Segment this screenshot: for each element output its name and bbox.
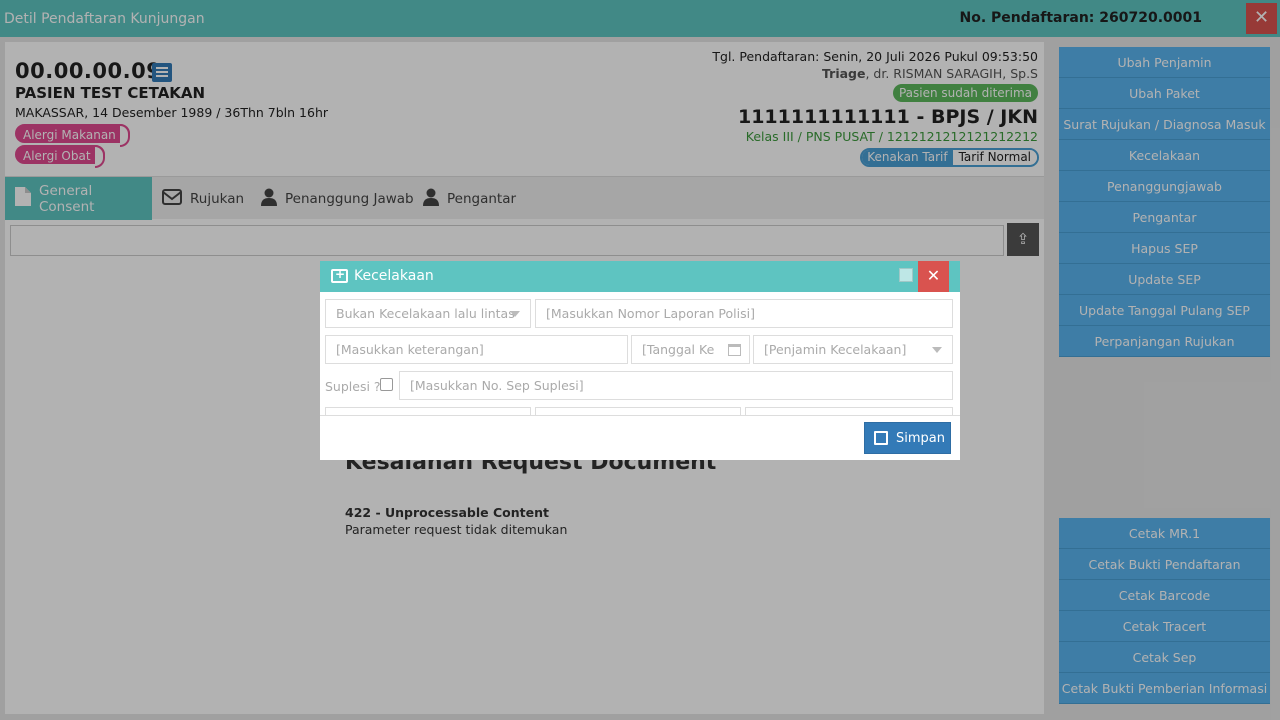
police-report-input[interactable]: [Masukkan Nomor Laporan Polisi] — [535, 299, 953, 328]
ambulance-icon — [331, 267, 348, 283]
more-field[interactable] — [325, 407, 531, 415]
accident-type-select[interactable]: Bukan Kecelakaan lalu lintas — [325, 299, 531, 328]
modal-body: Bukan Kecelakaan lalu lintas [Masukkan N… — [320, 292, 960, 416]
note-input[interactable]: [Masukkan keterangan] — [325, 335, 628, 364]
more-field[interactable] — [745, 407, 953, 415]
save-button[interactable]: Simpan — [864, 422, 951, 454]
modal-title: Kecelakaan — [354, 268, 434, 284]
guarantor-select[interactable]: [Penjamin Kecelakaan] — [753, 335, 953, 364]
suplesi-label: Suplesi ? — [325, 379, 381, 394]
suplesi-checkbox[interactable] — [380, 378, 393, 391]
save-label: Simpan — [896, 431, 945, 446]
more-field[interactable] — [535, 407, 741, 415]
kecelakaan-modal: Kecelakaan ✕ Bukan Kecelakaan lalu linta… — [320, 261, 960, 460]
accident-type-value: Bukan Kecelakaan lalu lintas — [336, 306, 515, 321]
chevron-down-icon — [510, 311, 520, 317]
accident-date-input[interactable]: [Tanggal Ke — [631, 335, 750, 364]
maximize-icon[interactable] — [899, 268, 913, 282]
sep-suplesi-input[interactable]: [Masukkan No. Sep Suplesi] — [399, 371, 953, 400]
calendar-icon[interactable] — [728, 344, 741, 356]
floppy-icon — [874, 431, 888, 445]
guarantor-placeholder: [Penjamin Kecelakaan] — [764, 342, 907, 357]
modal-header: Kecelakaan ✕ — [320, 261, 960, 292]
chevron-down-icon — [932, 347, 942, 353]
accident-date-placeholder: [Tanggal Ke — [642, 342, 715, 357]
modal-close-icon[interactable]: ✕ — [918, 261, 949, 292]
